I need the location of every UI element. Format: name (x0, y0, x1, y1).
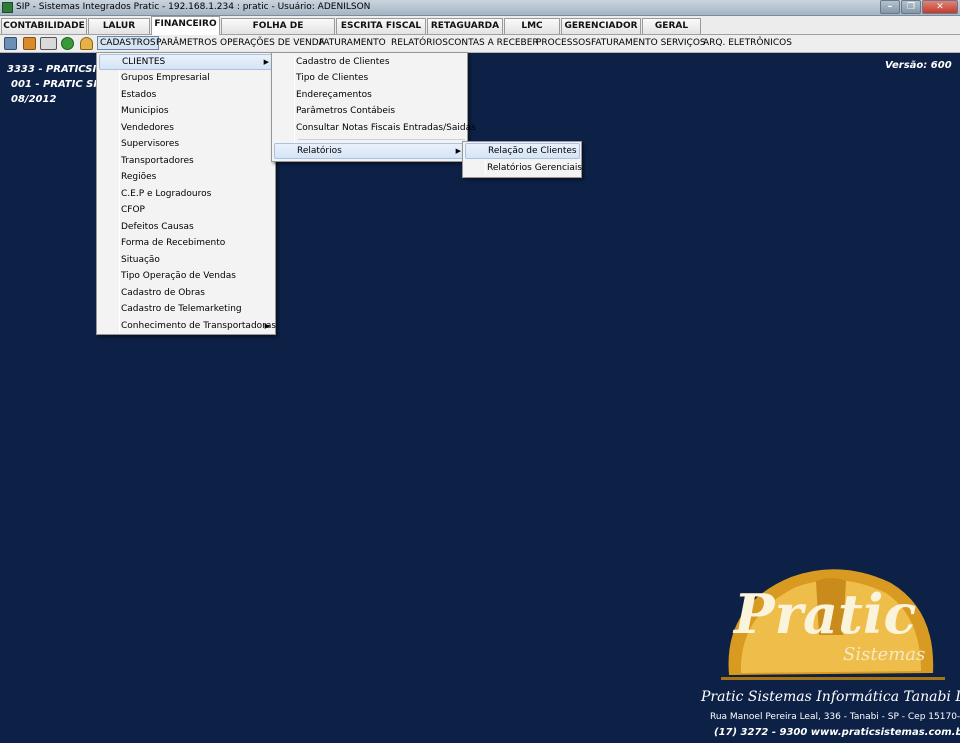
menu-item-estados[interactable]: Estados (99, 87, 274, 103)
menu-item-cadastro-de-telemarketing[interactable]: Cadastro de Telemarketing (99, 301, 274, 317)
company-code-text: 3333 - PRATICSIS (7, 64, 104, 75)
box-icon[interactable] (23, 37, 36, 50)
menu-item-enderecamentos[interactable]: Endereçamentos (274, 87, 466, 103)
menu-item-label: CLIENTES (122, 57, 166, 67)
menu-item-tipo-operacao-de-vendas[interactable]: Tipo Operação de Vendas (99, 268, 274, 284)
tab-contabilidade[interactable]: CONTABILIDADE (1, 18, 87, 34)
menu-arq-eletronicos[interactable]: ARQ. ELETRÔNICOS (703, 38, 792, 48)
money-icon[interactable] (40, 37, 57, 50)
menu-item-forma-de-recebimento[interactable]: Forma de Recebimento (99, 235, 274, 251)
menu-item-label: Conhecimento de Transportadoras (121, 320, 277, 331)
logo-sub: Sistemas (843, 644, 926, 665)
company-address: Rua Manoel Pereira Leal, 336 - Tanabi - … (710, 712, 960, 722)
menu-faturamento[interactable]: FATURAMENTO (319, 38, 386, 48)
menu-item-tipo-de-clientes[interactable]: Tipo de Clientes (274, 70, 466, 86)
document-icon[interactable] (4, 37, 17, 50)
menu-item-relacao-de-clientes[interactable]: Relação de Clientes (465, 143, 580, 159)
menu-item-parametros-contabeis[interactable]: Parâmetros Contábeis (274, 103, 466, 119)
module-tabs: CONTABILIDADE LALUR FINANCEIRO FOLHA DE … (0, 16, 960, 46)
menu-item-defeitos-causas[interactable]: Defeitos Causas (99, 219, 274, 235)
menu-parametros[interactable]: PARÂMETROS (156, 38, 217, 48)
menu-item-grupos-empresarial[interactable]: Grupos Empresarial (99, 70, 274, 86)
tab-financeiro[interactable]: FINANCEIRO (151, 16, 220, 35)
globe-icon[interactable] (61, 37, 74, 50)
tab-lmc[interactable]: LMC (504, 18, 560, 34)
submenu-arrow-icon: ▶ (263, 58, 269, 66)
clientes-submenu: Cadastro de Clientes Tipo de Clientes En… (271, 52, 476, 162)
menu-separator (298, 139, 465, 140)
title-bar: SIP - Sistemas Integrados Pratic - 192.1… (0, 0, 960, 16)
minimize-button[interactable]: – (880, 0, 900, 14)
logo-brand: Pratic (734, 582, 917, 646)
menu-item-clientes[interactable]: CLIENTES ▶ (99, 54, 274, 70)
menu-faturamento-servicos[interactable]: FATURAMENTO SERVIÇOS (591, 38, 706, 48)
maximize-button[interactable]: ❐ (901, 0, 921, 14)
period-text: 08/2012 (11, 94, 57, 105)
menu-cadastros[interactable]: CADASTROS (97, 36, 159, 50)
menu-item-relatorios[interactable]: Relatórios ▶ (274, 143, 466, 159)
submenu-arrow-icon: ▶ (264, 321, 270, 330)
cadastros-menu: CLIENTES ▶ Grupos Empresarial Estados Mu… (96, 52, 276, 335)
tab-folha-de-pagamento[interactable]: FOLHA DE PAGAMENTO (221, 18, 335, 46)
menu-item-cadastro-de-clientes[interactable]: Cadastro de Clientes (274, 54, 466, 70)
menu-processos[interactable]: PROCESSOS (536, 38, 591, 48)
menu-item-municipios[interactable]: Municipios (99, 103, 274, 119)
menu-item-regioes[interactable]: Regiões (99, 169, 274, 185)
menu-item-vendedores[interactable]: Vendedores (99, 120, 274, 136)
tab-gerenciador[interactable]: GERENCIADOR (561, 18, 641, 34)
menu-item-transportadores[interactable]: Transportadores (99, 153, 274, 169)
tab-retaguarda[interactable]: RETAGUARDA (427, 18, 503, 34)
tab-lalur[interactable]: LALUR (88, 18, 150, 34)
submenu-arrow-icon: ▶ (455, 147, 461, 155)
menu-item-cep-logradouros[interactable]: C.E.P e Logradouros (99, 186, 274, 202)
tab-escrita-fiscal[interactable]: ESCRITA FISCAL (336, 18, 426, 34)
menu-operacoes-de-venda[interactable]: OPERAÇÕES DE VENDA (220, 38, 325, 48)
close-button[interactable]: ✕ (922, 0, 958, 14)
window-title: SIP - Sistemas Integrados Pratic - 192.1… (16, 2, 371, 12)
app-icon (2, 2, 13, 13)
menu-item-relatorios-gerenciais[interactable]: Relatórios Gerenciais (465, 160, 582, 176)
menu-item-situacao[interactable]: Situação (99, 252, 274, 268)
company-contact: (17) 3272 - 9300 www.praticsistemas.com.… (714, 727, 960, 738)
menu-item-cfop[interactable]: CFOP (99, 202, 274, 218)
company-name: Pratic Sistemas Informática Tanabi Ltda (701, 689, 960, 705)
menu-relatorios[interactable]: RELATÓRIOS (391, 38, 448, 48)
menu-item-consultar-notas-fiscais[interactable]: Consultar Notas Fiscais Entradas/Saidas (274, 120, 476, 136)
menu-item-conhecimento-de-transportadoras[interactable]: Conhecimento de Transportadoras ▶ (99, 318, 277, 334)
version-text: Versão: 600 (885, 60, 952, 71)
tab-geral[interactable]: GERAL (642, 18, 701, 34)
menu-bar: CADASTROS PARÂMETROS OPERAÇÕES DE VENDA … (0, 35, 960, 53)
menu-contas-a-receber[interactable]: CONTAS A RECEBER (448, 38, 539, 48)
branch-code-text: 001 - PRATIC SIS (11, 79, 105, 90)
menu-item-cadastro-de-obras[interactable]: Cadastro de Obras (99, 285, 274, 301)
menu-item-supervisores[interactable]: Supervisores (99, 136, 274, 152)
user-icon[interactable] (80, 37, 93, 50)
relatorios-submenu: Relação de Clientes Relatórios Gerenciai… (462, 141, 582, 178)
menu-item-label: Relatórios (297, 146, 342, 156)
